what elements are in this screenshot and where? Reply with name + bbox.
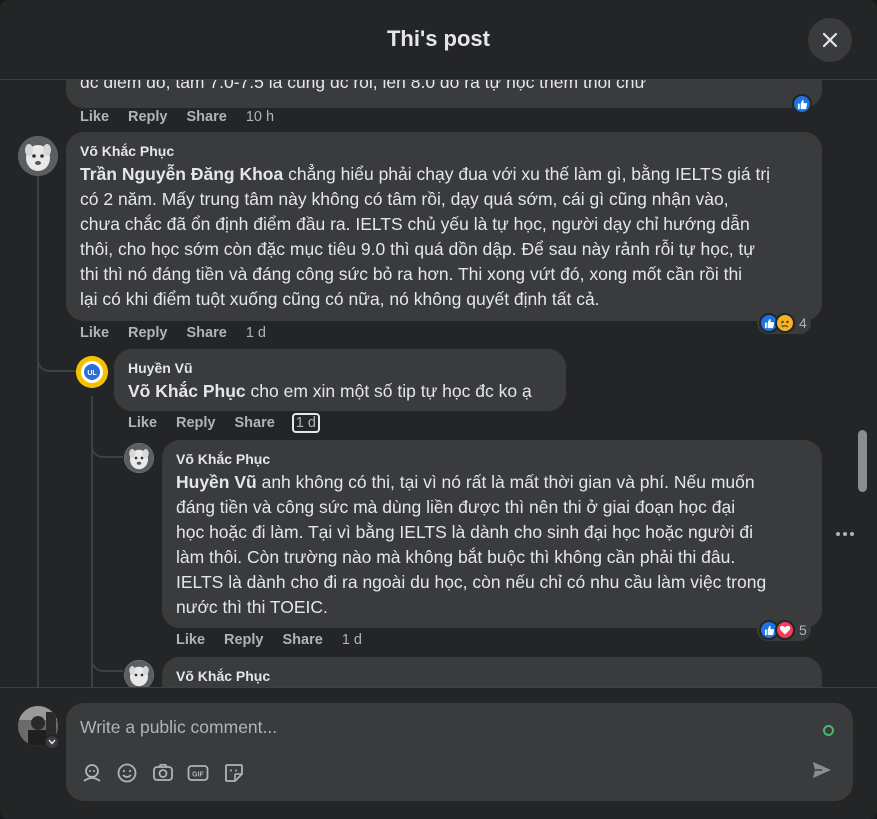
share-link[interactable]: Share	[187, 109, 227, 125]
svg-text:GIF: GIF	[192, 772, 204, 779]
comment-composer-area: GIF	[0, 687, 877, 819]
mention-link[interactable]: Võ Khắc Phục	[128, 381, 246, 401]
thread-line	[37, 176, 39, 687]
like-link[interactable]: Like	[176, 632, 205, 648]
close-button[interactable]	[808, 18, 852, 62]
comment-actions: Like Reply Share 1 d	[128, 413, 337, 433]
post-dialog: Thi's post đc điểm đó, tầm 7.0-7.5 là cũ…	[0, 0, 877, 819]
account-switch-button[interactable]	[44, 734, 60, 750]
reaction-count: 5	[799, 622, 807, 638]
reply-link[interactable]: Reply	[176, 415, 216, 431]
love-reaction-icon	[775, 620, 795, 640]
more-icon	[836, 532, 840, 536]
comment-text: Huyền Vũ anh không có thi, tại vì nó rất…	[176, 472, 767, 617]
comment-author[interactable]: Võ Khắc Phục	[176, 667, 808, 685]
thread-elbow	[91, 646, 123, 672]
reaction-summary[interactable]: 5	[757, 619, 811, 641]
photo-button[interactable]	[151, 761, 175, 785]
avatar[interactable]: UL	[76, 356, 108, 388]
avatar[interactable]	[18, 136, 58, 176]
send-icon	[813, 762, 831, 778]
avatar-sticker-button[interactable]	[80, 761, 104, 785]
sticker-button[interactable]	[222, 761, 246, 785]
like-link[interactable]: Like	[128, 415, 157, 431]
reaction-summary[interactable]	[792, 93, 812, 115]
comment-composer: GIF	[66, 703, 853, 801]
comment-bubble: đc điểm đó, tầm 7.0-7.5 là cũng đc rồi, …	[66, 80, 822, 108]
comment-actions: Like Reply Share 10 h	[80, 109, 293, 125]
comment-author[interactable]: Huyền Vũ	[128, 359, 552, 377]
thread-elbow	[37, 330, 77, 372]
avatar[interactable]	[124, 660, 154, 687]
reply-link[interactable]: Reply	[128, 109, 168, 125]
sad-reaction-icon	[775, 313, 795, 333]
comment-actions: Like Reply Share 1 d	[80, 325, 285, 341]
share-link[interactable]: Share	[235, 415, 275, 431]
comments-scroll-area[interactable]: đc điểm đó, tầm 7.0-7.5 là cũng đc rồi, …	[0, 80, 877, 687]
mention-link[interactable]: Trần Nguyễn Đăng Khoa	[80, 164, 283, 184]
comment-text: Võ Khắc Phục cho em xin một số tip tự họ…	[128, 381, 532, 401]
avatar[interactable]	[124, 443, 154, 473]
dialog-header: Thi's post	[0, 0, 877, 80]
comment-input[interactable]	[80, 713, 780, 741]
emoji-icon	[117, 763, 137, 783]
comment-timestamp[interactable]: 1 d	[246, 325, 266, 341]
comment-author[interactable]: Võ Khắc Phục	[80, 142, 808, 160]
sticker-icon	[225, 764, 243, 782]
online-status-dot	[823, 725, 834, 736]
reply-link[interactable]: Reply	[224, 632, 264, 648]
reply-link[interactable]: Reply	[128, 325, 168, 341]
comment-bubble: Võ Khắc Phục Huyền Vũ anh không có thi, …	[162, 440, 822, 628]
comment-actions: Like Reply Share 1 d	[176, 632, 381, 648]
like-link[interactable]: Like	[80, 109, 109, 125]
share-link[interactable]: Share	[187, 325, 227, 341]
comment-timestamp[interactable]: 1 d	[291, 413, 321, 433]
comment-timestamp[interactable]: 10 h	[246, 109, 274, 125]
emoji-button[interactable]	[115, 761, 139, 785]
like-reaction-icon	[792, 94, 812, 114]
reaction-count: 4	[799, 315, 807, 331]
close-icon	[822, 32, 838, 48]
comment-bubble: Huyền Vũ Võ Khắc Phục cho em xin một số …	[114, 349, 566, 411]
comment-text: đc điểm đó, tầm 7.0-7.5 là cũng đc rồi, …	[80, 80, 647, 92]
share-link[interactable]: Share	[283, 632, 323, 648]
dialog-title: Thi's post	[386, 26, 490, 51]
gif-icon: GIF	[187, 765, 209, 781]
thread-elbow	[91, 432, 123, 458]
avatar-sticker-icon	[83, 764, 101, 782]
like-link[interactable]: Like	[80, 325, 109, 341]
comment-bubble: Võ Khắc Phục	[162, 657, 822, 687]
mention-link[interactable]: Huyền Vũ	[176, 472, 257, 492]
more-options-button[interactable]	[833, 524, 857, 544]
comment-timestamp[interactable]: 1 d	[342, 632, 362, 648]
chevron-down-icon	[48, 739, 56, 745]
camera-icon	[153, 764, 173, 781]
gif-button[interactable]: GIF	[186, 761, 210, 785]
comment-text: Trần Nguyễn Đăng Khoa chẳng hiểu phải ch…	[80, 164, 771, 309]
send-button[interactable]	[811, 759, 835, 783]
scrollbar-thumb[interactable]	[858, 430, 867, 492]
reaction-summary[interactable]: 4	[757, 312, 811, 334]
comment-author[interactable]: Võ Khắc Phục	[176, 450, 808, 468]
svg-text:UL: UL	[87, 370, 97, 377]
comment-bubble: Võ Khắc Phục Trần Nguyễn Đăng Khoa chẳng…	[66, 132, 822, 321]
